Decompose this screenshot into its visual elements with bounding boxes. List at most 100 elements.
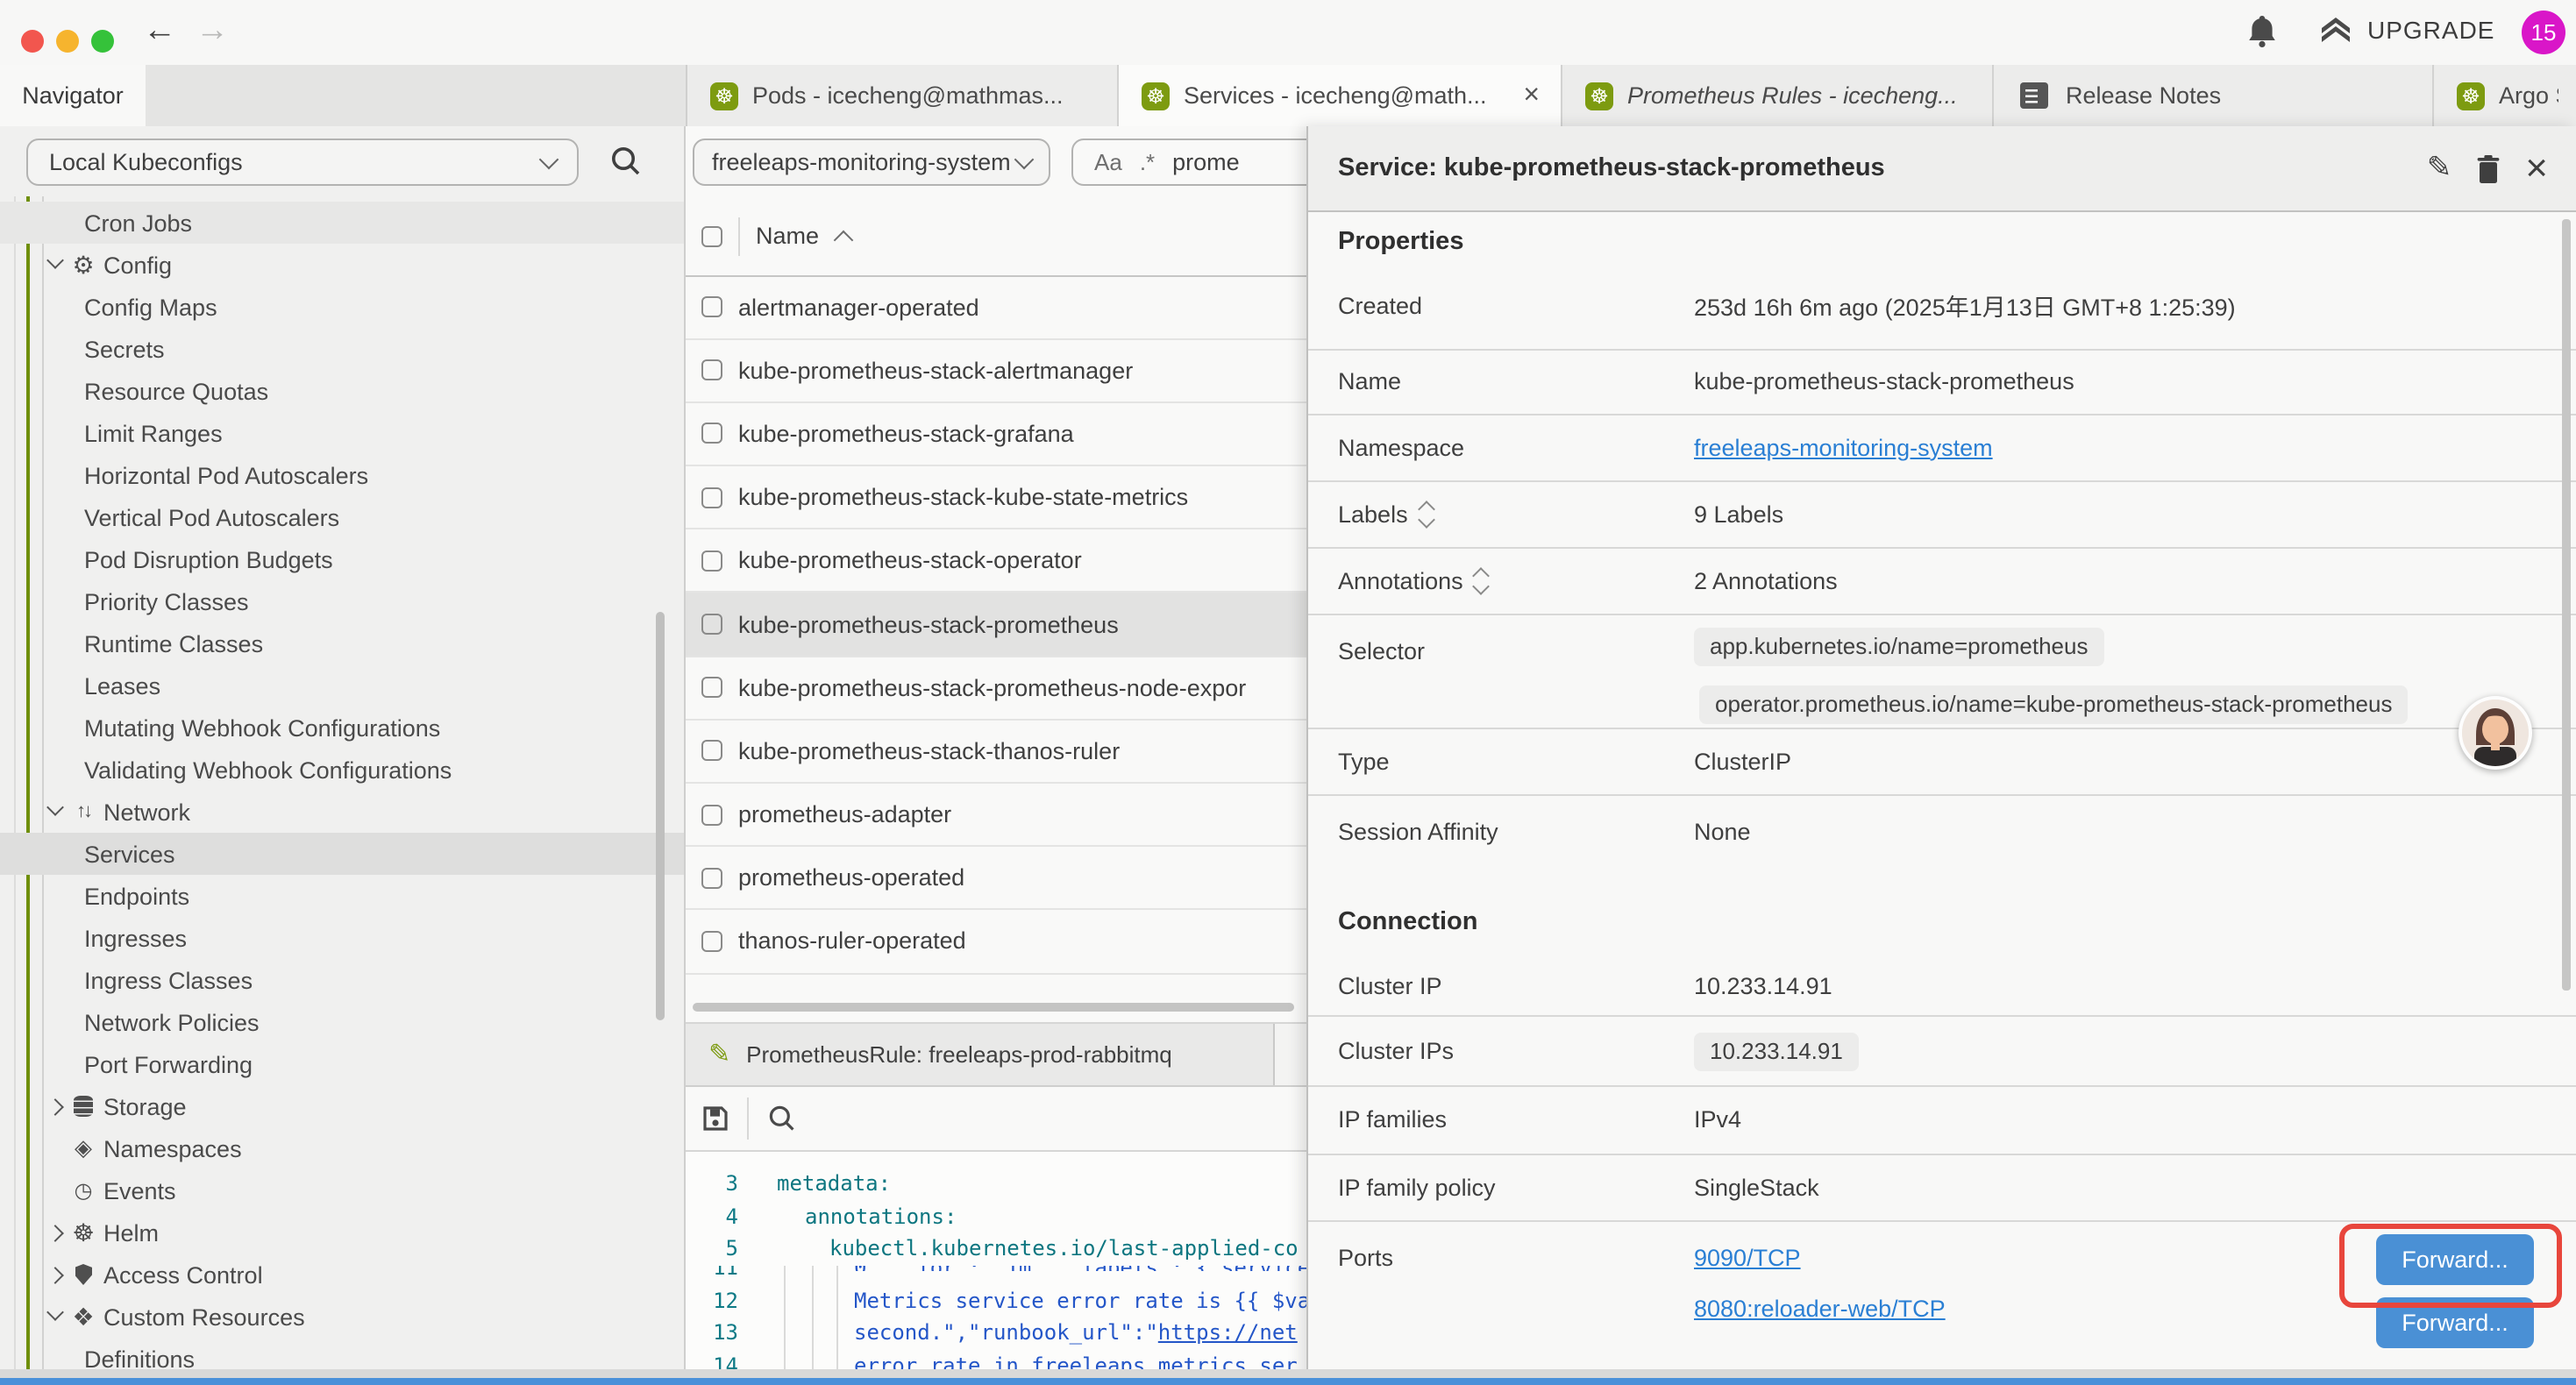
tree-item[interactable]: Leases [0,664,684,707]
tree-item[interactable]: Pod Disruption Budgets [0,538,684,580]
forward-button[interactable]: → [189,9,235,54]
horizontal-scrollbar[interactable] [693,1003,1294,1012]
tree-item[interactable]: Config [0,244,684,286]
row-checkbox[interactable] [701,550,722,572]
row-checkbox[interactable] [701,677,722,698]
tree-item[interactable]: Network [0,791,684,833]
row-checkbox[interactable] [701,804,722,825]
editor-line[interactable]: 12 Metrics service error rate is {{ $va [686,1284,1306,1317]
tree-item[interactable]: Limit Ranges [0,412,684,454]
yaml-editor[interactable]: 3 metadata: 4 annotations: 5 kubectl.kub… [686,1152,1306,1385]
back-button[interactable]: ← [137,9,182,54]
edit-icon[interactable]: ✎ [2427,151,2452,186]
tree-chevron-icon[interactable] [46,803,63,820]
delete-trash-icon[interactable] [2476,153,2501,183]
tree-item[interactable]: Port Forwarding [0,1043,684,1085]
tree-item[interactable]: Mutating Webhook Configurations [0,707,684,749]
namespace-link[interactable]: freeleaps-monitoring-system [1694,435,1993,461]
close-panel-icon[interactable]: × [2525,149,2548,188]
tree-item[interactable]: Vertical Pod Autoscalers [0,496,684,538]
minimize-window-button[interactable] [56,30,79,53]
tree-item[interactable]: Network Policies [0,1001,684,1043]
table-row[interactable]: kube-prometheus-stack-prometheus [686,593,1306,657]
row-checkbox[interactable] [701,741,722,762]
table-row[interactable]: kube-prometheus-stack-alertmanager [686,339,1306,402]
document-tab[interactable]: Release Notes [1994,65,2434,126]
notification-count-badge[interactable]: 15 [2522,11,2565,54]
tree-chevron-icon[interactable] [46,1266,63,1283]
document-tab[interactable]: Prometheus Rules - icecheng... [1562,65,1994,126]
tab-navigator[interactable]: Navigator [0,65,146,126]
editor-line[interactable]: 5 kubectl.kubernetes.io/last-applied-co [686,1232,1306,1265]
select-all-checkbox[interactable] [701,225,722,246]
tree-item[interactable]: Priority Classes [0,580,684,622]
tree-item[interactable]: Validating Webhook Configurations [0,749,684,791]
sidebar-scrollbar[interactable] [656,612,665,1020]
table-row[interactable]: prometheus-adapter [686,784,1306,847]
tree-item[interactable]: Storage [0,1085,684,1127]
tree-item[interactable]: Namespaces [0,1127,684,1169]
document-tab[interactable]: Pods - icecheng@mathmas... [687,65,1119,126]
row-checkbox[interactable] [701,360,722,381]
editor-tab-partial[interactable]: ✎ [1294,1024,1306,1085]
table-row[interactable]: kube-prometheus-stack-prometheus-node-ex… [686,657,1306,720]
sort-ascending-icon[interactable] [834,230,854,250]
editor-line[interactable]: 4 annotations: [686,1200,1306,1232]
row-checkbox[interactable] [701,296,722,317]
tree-item[interactable]: Resource Quotas [0,370,684,412]
row-checkbox[interactable] [701,868,722,889]
tree-chevron-icon[interactable] [46,1308,63,1325]
zoom-window-button[interactable] [91,30,114,53]
tree-item[interactable]: Custom Resources [0,1296,684,1338]
tree-item[interactable]: Access Control [0,1254,684,1296]
port-link[interactable]: 8080:reloader-web/TCP [1694,1295,1946,1321]
upgrade-button[interactable]: UPGRADE [2318,14,2494,46]
row-checkbox[interactable] [701,614,722,635]
editor-search-icon[interactable] [768,1104,796,1133]
tree-item[interactable]: Helm [0,1211,684,1254]
tree-chevron-icon[interactable] [46,256,63,273]
editor-tab[interactable]: ✎ PrometheusRule: freeleaps-prod-rabbitm… [686,1024,1275,1085]
detail-scrollbar[interactable] [2562,219,2570,991]
editor-line[interactable]: 13 second.","runbook_url":"https://net [686,1317,1306,1349]
filter-input[interactable]: Aa .* prome [1071,138,1306,186]
name-column-header[interactable]: Name [756,223,819,249]
table-row[interactable]: kube-prometheus-stack-kube-state-metrics [686,466,1306,529]
table-row[interactable]: thanos-ruler-operated [686,911,1306,974]
table-row[interactable]: alertmanager-operated [686,276,1306,339]
avatar[interactable] [2459,696,2532,770]
notifications-bell-icon[interactable] [2246,14,2278,49]
tab-close-icon[interactable]: × [1519,80,1543,111]
tree-item[interactable]: Secrets [0,328,684,370]
row-checkbox[interactable] [701,931,722,952]
document-tab[interactable]: Argo Se [2434,65,2576,126]
tree-item[interactable]: Config Maps [0,286,684,328]
namespace-selector[interactable]: freeleaps-monitoring-system [693,138,1050,186]
row-checkbox[interactable] [701,423,722,444]
tree-chevron-icon[interactable] [46,1224,63,1241]
table-row[interactable]: kube-prometheus-stack-thanos-ruler [686,721,1306,784]
close-window-button[interactable] [21,30,44,53]
match-case-toggle[interactable]: Aa [1094,149,1122,175]
kubeconfig-selector[interactable]: Local Kubeconfigs [26,138,579,186]
tree-item[interactable]: Runtime Classes [0,622,684,664]
tree-item[interactable]: Endpoints [0,875,684,917]
editor-line[interactable]: 3 metadata: [686,1168,1306,1200]
tree-item[interactable]: Services [0,833,684,875]
save-icon[interactable] [701,1104,729,1133]
editor-line[interactable]: 11 0", "for": "1m", "labels": {"service"… [686,1265,1306,1284]
tree-item[interactable]: Events [0,1169,684,1211]
table-row[interactable]: prometheus-operated [686,847,1306,910]
labels-value[interactable]: 9 Labels [1694,501,1783,527]
tree-item[interactable]: Cron Jobs [0,202,684,244]
tree-item[interactable]: Ingresses [0,917,684,959]
row-checkbox[interactable] [701,487,722,508]
annotations-value[interactable]: 2 Annotations [1694,567,1838,593]
code-url-link[interactable]: https://net [1158,1320,1298,1345]
tree-item[interactable]: Horizontal Pod Autoscalers [0,454,684,496]
tree-item[interactable]: Ingress Classes [0,959,684,1001]
table-row[interactable]: kube-prometheus-stack-grafana [686,403,1306,466]
document-tab[interactable]: Services - icecheng@math... × [1119,65,1562,126]
port-link[interactable]: 9090/TCP [1694,1244,1946,1270]
expand-collapse-icon[interactable] [1476,569,1488,592]
